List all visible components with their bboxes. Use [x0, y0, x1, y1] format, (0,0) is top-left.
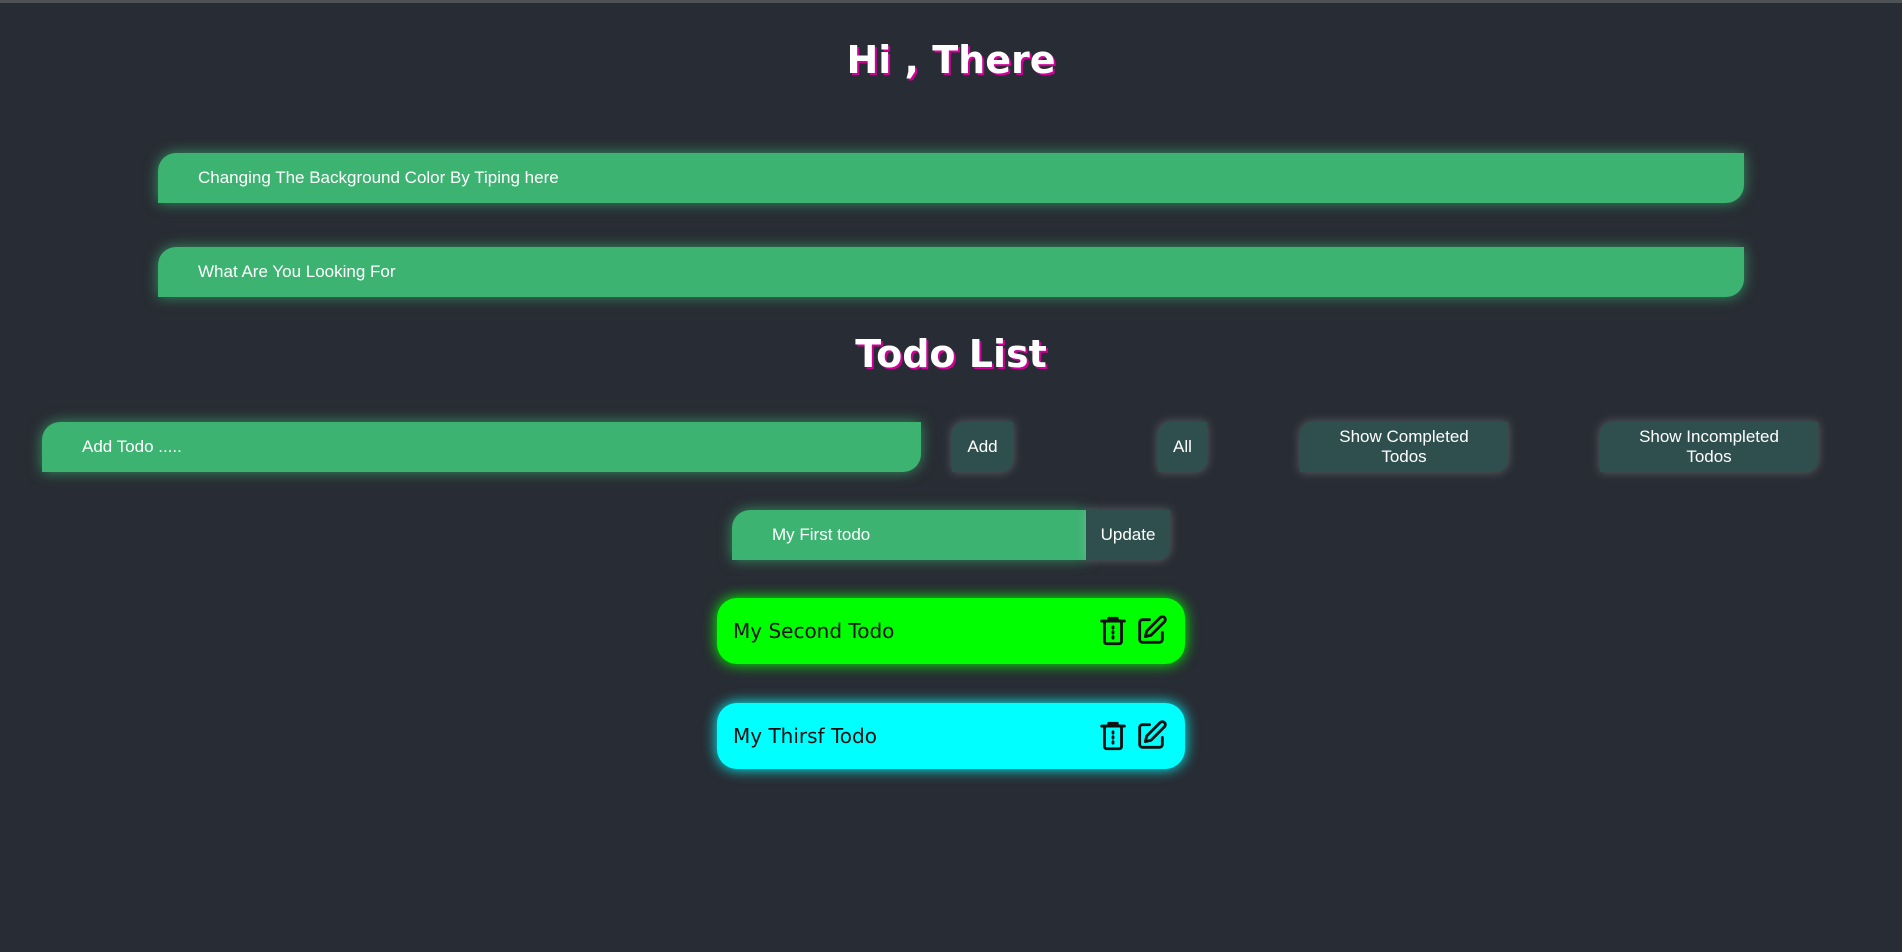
edit-todo-input[interactable]: [732, 510, 1086, 560]
update-todo-button[interactable]: Update: [1086, 510, 1170, 560]
window-top-border: [0, 0, 1902, 3]
greeting-heading: Hi , There: [846, 38, 1056, 82]
trash-icon[interactable]: [1095, 611, 1131, 651]
todo-list-title: Todo List: [855, 332, 1047, 376]
filter-all-button[interactable]: All: [1158, 422, 1207, 472]
todo-item-text: My Thirsf Todo: [733, 724, 877, 748]
search-input[interactable]: [158, 247, 1744, 297]
todo-item-text: My Second Todo: [733, 619, 895, 643]
todo-item-actions: [1095, 716, 1169, 756]
add-todo-button[interactable]: Add: [952, 422, 1013, 472]
trash-icon[interactable]: [1095, 716, 1131, 756]
filter-completed-button[interactable]: Show Completed Todos: [1300, 422, 1508, 472]
background-color-input[interactable]: [158, 153, 1744, 203]
edit-icon[interactable]: [1133, 611, 1169, 651]
edit-icon[interactable]: [1133, 716, 1169, 756]
filter-incompleted-button[interactable]: Show Incompleted Todos: [1600, 422, 1818, 472]
todo-item-actions: [1095, 611, 1169, 651]
todo-item: My Second Todo: [717, 598, 1185, 664]
todo-item: My Thirsf Todo: [717, 703, 1185, 769]
add-todo-input[interactable]: [42, 422, 921, 472]
